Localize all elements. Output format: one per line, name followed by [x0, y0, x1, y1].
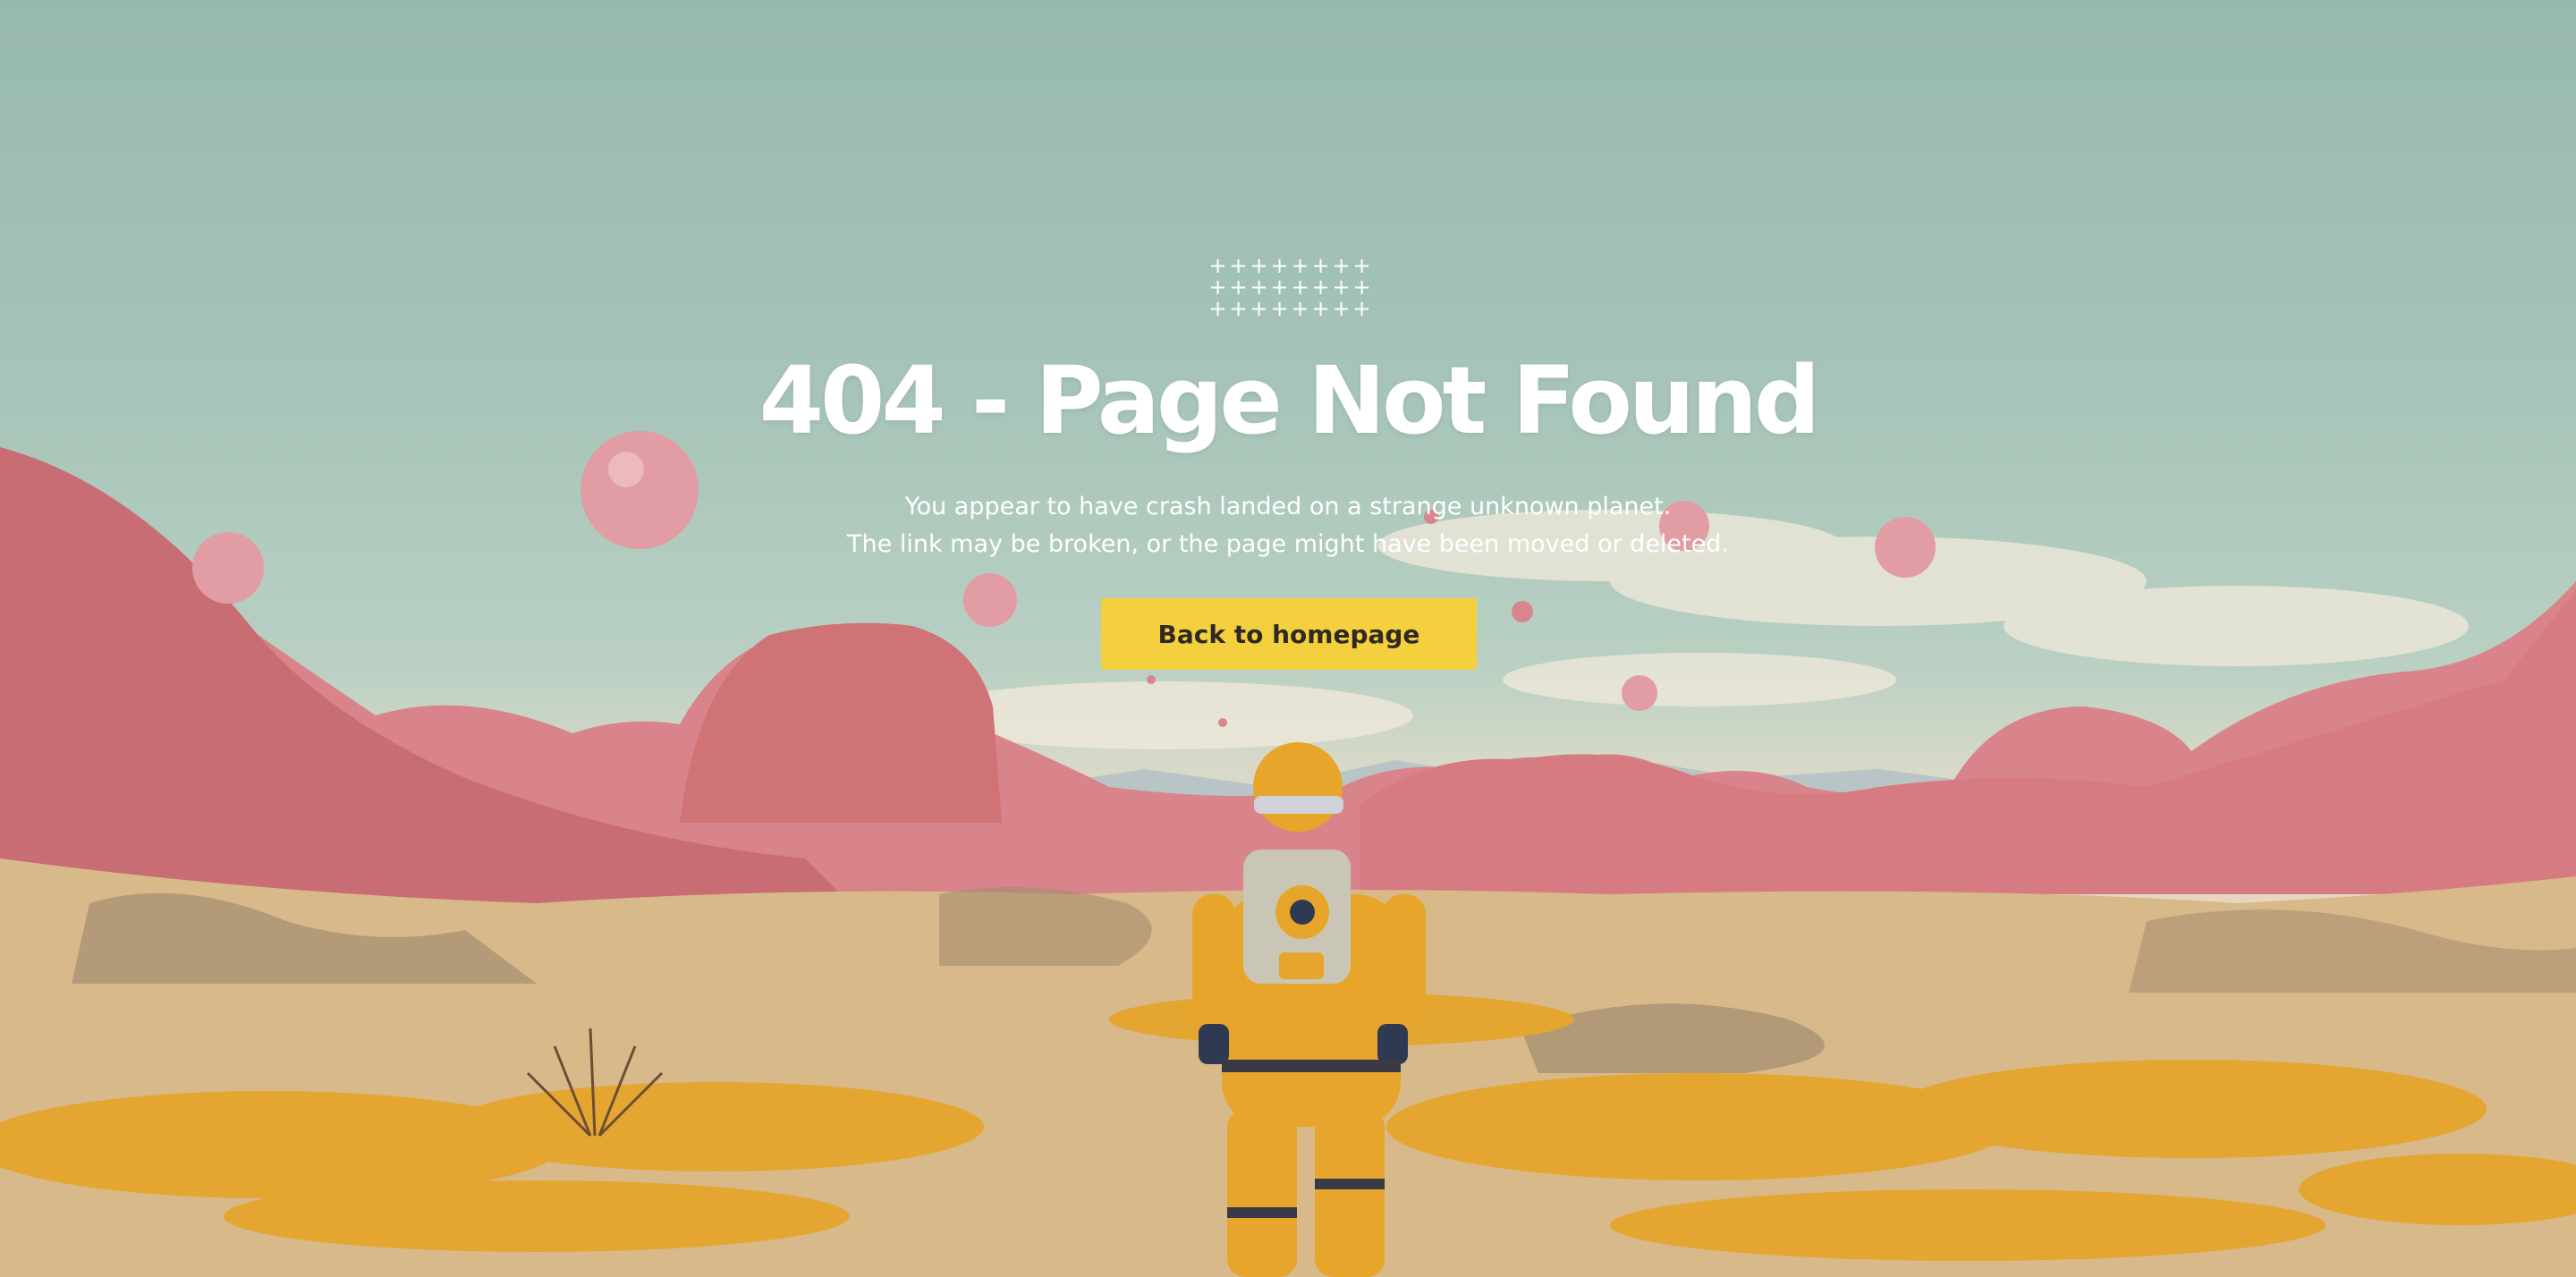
plus-icon: + [1311, 253, 1330, 278]
description-line: The link may be broken, or the page migh… [847, 530, 1729, 558]
plus-icon: + [1352, 253, 1371, 278]
plus-icon: + [1291, 253, 1309, 278]
plus-icon: + [1352, 296, 1371, 321]
error-description: You appear to have crash landed on a str… [0, 488, 2576, 563]
plus-icon: + [1270, 275, 1289, 300]
plus-icon: + [1208, 296, 1227, 321]
plus-icon: + [1250, 275, 1268, 300]
plus-grid-icon: + + + + + + + + + + + + + + + + + + + + + + + + [1208, 253, 1372, 321]
back-to-homepage-button[interactable]: Back to homepage [1101, 598, 1477, 670]
page-title: 404 - Page Not Found [758, 346, 1821, 455]
plus-icon: + [1332, 296, 1351, 321]
plus-icon: + [1311, 296, 1330, 321]
plus-icon: + [1291, 275, 1309, 300]
plus-icon: + [1250, 296, 1268, 321]
error-content: + + + + + + + + + + + + + + + + + + + + + + + + 404 - Page Not … [0, 0, 2576, 1277]
plus-icon: + [1208, 275, 1227, 300]
plus-icon: + [1250, 253, 1268, 278]
plus-icon: + [1229, 253, 1248, 278]
plus-icon: + [1291, 296, 1309, 321]
plus-icon: + [1332, 253, 1351, 278]
plus-icon: + [1311, 275, 1330, 300]
plus-icon: + [1229, 275, 1248, 300]
plus-icon: + [1352, 275, 1371, 300]
plus-icon: + [1270, 253, 1289, 278]
plus-icon: + [1229, 296, 1248, 321]
hero-scene: + + + + + + + + + + + + + + + + + + + + + + + + 404 - Page Not … [0, 0, 2576, 1277]
plus-icon: + [1332, 275, 1351, 300]
plus-icon: + [1270, 296, 1289, 321]
plus-icon: + [1208, 253, 1227, 278]
description-line: You appear to have crash landed on a str… [904, 493, 1672, 520]
